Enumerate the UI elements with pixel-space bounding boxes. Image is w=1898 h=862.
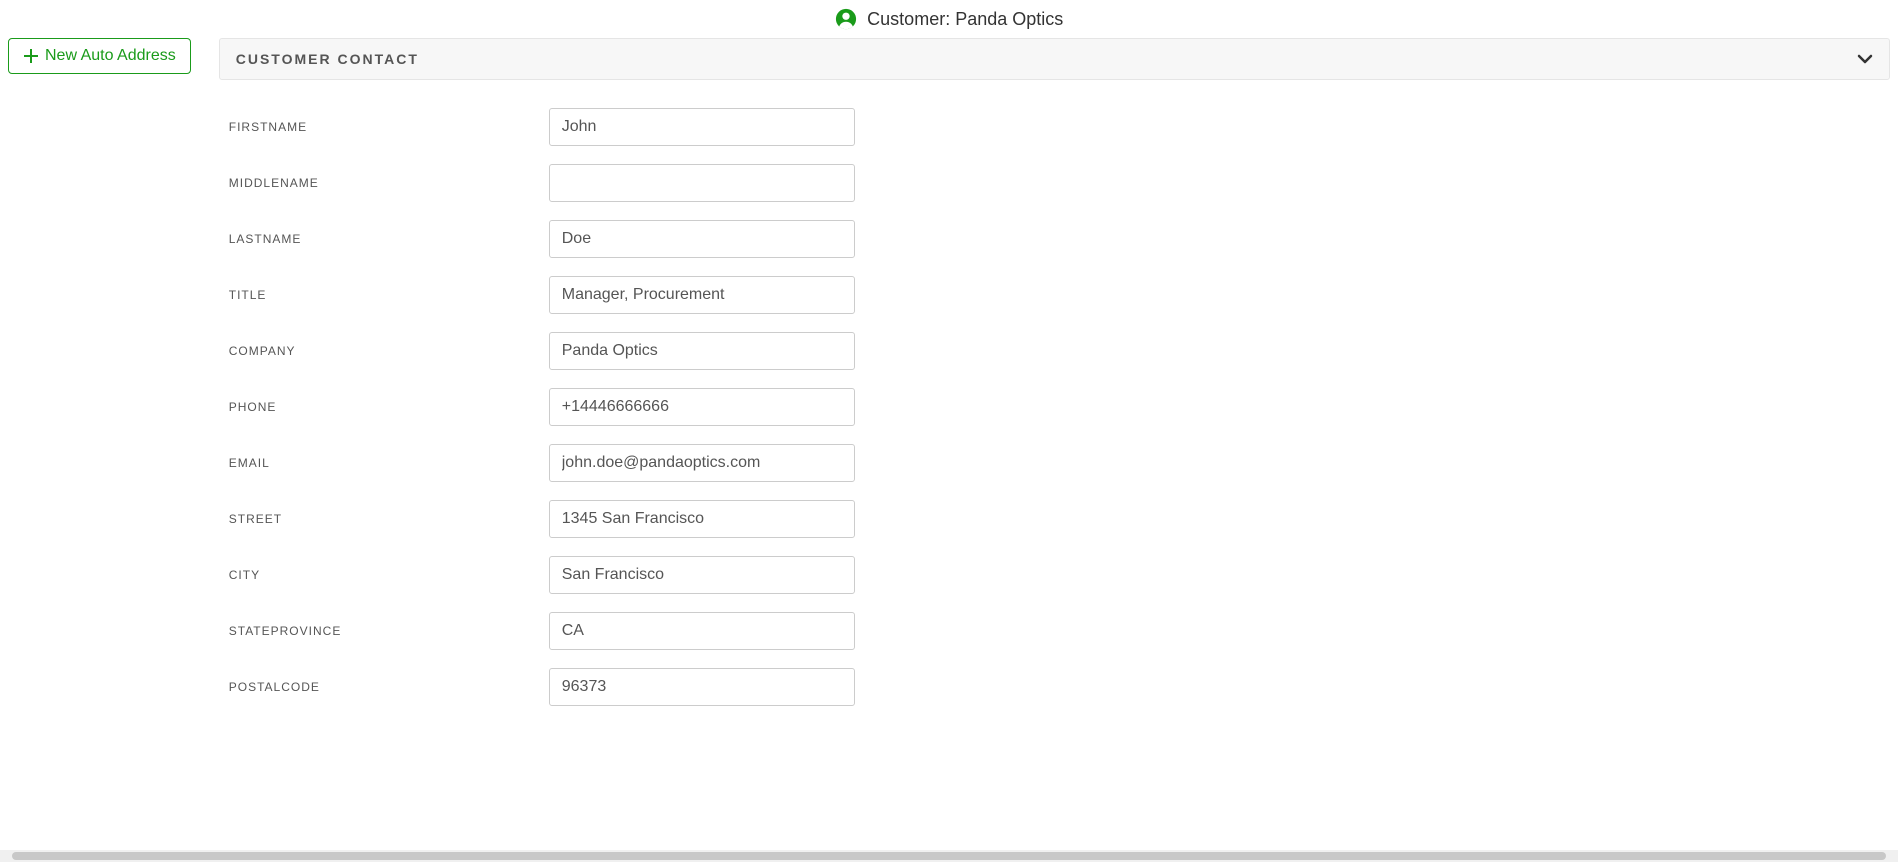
- label-lastname: LASTNAME: [219, 232, 549, 246]
- horizontal-scrollbar[interactable]: [0, 850, 1898, 862]
- label-postalcode: POSTALCODE: [219, 680, 549, 694]
- customer-contact-panel-header[interactable]: CUSTOMER CONTACT: [219, 38, 1890, 80]
- label-title: TITLE: [219, 288, 549, 302]
- label-firstname: FIRSTNAME: [219, 120, 549, 134]
- user-circle-icon: [835, 8, 857, 30]
- input-lastname[interactable]: [549, 220, 855, 258]
- label-middlename: MIDDLENAME: [219, 176, 549, 190]
- label-street: STREET: [219, 512, 549, 526]
- label-phone: PHONE: [219, 400, 549, 414]
- field-row-email: EMAIL: [219, 444, 1890, 482]
- input-stateprovince[interactable]: [549, 612, 855, 650]
- field-row-city: CITY: [219, 556, 1890, 594]
- field-row-phone: PHONE: [219, 388, 1890, 426]
- scrollbar-thumb[interactable]: [12, 852, 1886, 860]
- panel-title: CUSTOMER CONTACT: [236, 51, 419, 67]
- field-row-title: TITLE: [219, 276, 1890, 314]
- field-row-firstname: FIRSTNAME: [219, 108, 1890, 146]
- plus-icon: [23, 48, 39, 64]
- input-middlename[interactable]: [549, 164, 855, 202]
- page-header: Customer: Panda Optics: [8, 8, 1890, 30]
- field-row-company: COMPANY: [219, 332, 1890, 370]
- label-email: EMAIL: [219, 456, 549, 470]
- new-auto-address-label: New Auto Address: [45, 47, 176, 65]
- label-stateprovince: STATEPROVINCE: [219, 624, 549, 638]
- input-firstname[interactable]: [549, 108, 855, 146]
- input-phone[interactable]: [549, 388, 855, 426]
- label-company: COMPANY: [219, 344, 549, 358]
- input-company[interactable]: [549, 332, 855, 370]
- page-title: Customer: Panda Optics: [867, 9, 1063, 30]
- new-auto-address-button[interactable]: New Auto Address: [8, 38, 191, 74]
- field-row-lastname: LASTNAME: [219, 220, 1890, 258]
- field-row-middlename: MIDDLENAME: [219, 164, 1890, 202]
- chevron-down-icon: [1857, 51, 1873, 67]
- field-row-stateprovince: STATEPROVINCE: [219, 612, 1890, 650]
- input-street[interactable]: [549, 500, 855, 538]
- label-city: CITY: [219, 568, 549, 582]
- field-row-postalcode: POSTALCODE: [219, 668, 1890, 706]
- input-title[interactable]: [549, 276, 855, 314]
- input-postalcode[interactable]: [549, 668, 855, 706]
- input-city[interactable]: [549, 556, 855, 594]
- field-row-street: STREET: [219, 500, 1890, 538]
- input-email[interactable]: [549, 444, 855, 482]
